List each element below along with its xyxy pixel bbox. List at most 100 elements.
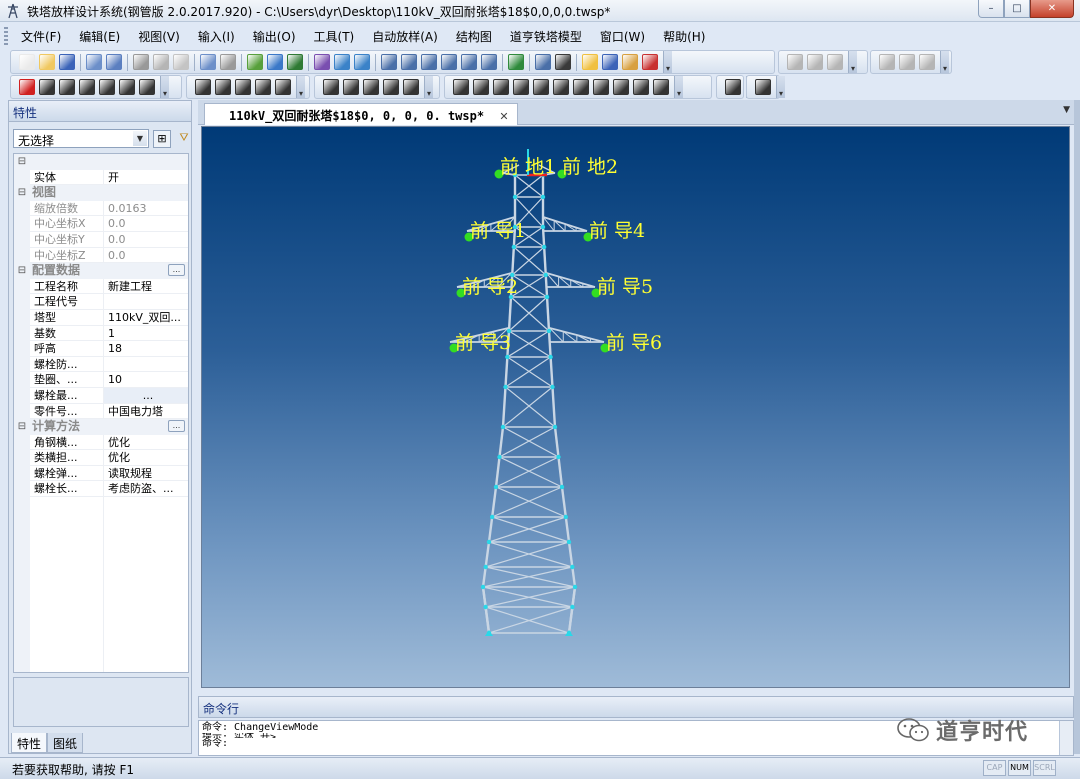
tb2b-tool-icon[interactable] xyxy=(215,79,231,95)
menu-item-10[interactable]: 帮助(H) xyxy=(654,28,714,45)
tb1-tool-icon[interactable] xyxy=(622,54,638,70)
tb1-tool-icon[interactable] xyxy=(354,54,370,70)
toolbar-options-chevron-icon[interactable]: ▾ xyxy=(296,76,305,98)
tb1-tool-icon[interactable] xyxy=(508,54,524,70)
tb1-tool-icon[interactable] xyxy=(441,54,457,70)
chevron-down-icon[interactable]: ▼ xyxy=(1063,105,1070,115)
tb2d-tool-icon[interactable] xyxy=(453,79,469,95)
toolbar-options-chevron-icon[interactable]: ▾ xyxy=(663,51,672,73)
tb1-tool-icon[interactable] xyxy=(200,54,216,70)
property-value[interactable]: 优化 xyxy=(104,450,188,466)
tb1b-tool-icon[interactable] xyxy=(827,54,843,70)
close-icon[interactable]: ✕ xyxy=(499,110,508,123)
tb2a-tool-icon[interactable] xyxy=(139,79,155,95)
tb2a-tool-icon[interactable] xyxy=(59,79,75,95)
property-value[interactable]: 优化 xyxy=(104,435,188,451)
property-row[interactable]: 螺栓防... xyxy=(14,356,188,373)
tb1-tool-icon[interactable] xyxy=(642,54,658,70)
panel-tab-0[interactable]: 特性 xyxy=(11,733,48,753)
property-value[interactable]: 10 xyxy=(104,372,188,388)
tb2d-tool-icon[interactable] xyxy=(533,79,549,95)
tb2d-tool-icon[interactable] xyxy=(513,79,529,95)
tb2d-tool-icon[interactable] xyxy=(553,79,569,95)
toolbar-options-chevron-icon[interactable]: ▾ xyxy=(160,76,169,98)
property-row[interactable]: 垫圈、... 10 xyxy=(14,372,188,388)
collapse-icon[interactable]: ⊟ xyxy=(14,419,30,435)
property-value[interactable]: 0.0163 xyxy=(104,201,188,217)
tb1-tool-icon[interactable] xyxy=(555,54,571,70)
tb1-tool-icon[interactable] xyxy=(314,54,330,70)
property-category[interactable]: ⊟ 配置数据... xyxy=(14,263,188,279)
property-value[interactable]: ... xyxy=(104,387,188,404)
property-row[interactable]: 中心坐标X 0.0 xyxy=(14,216,188,232)
menu-item-9[interactable]: 窗口(W) xyxy=(591,28,654,45)
collapse-icon[interactable]: ⊟ xyxy=(14,154,30,170)
tb1-tool-icon[interactable] xyxy=(106,54,122,70)
tb2b-tool-icon[interactable] xyxy=(255,79,271,95)
tb2a-tool-icon[interactable] xyxy=(19,79,35,95)
tb1-tool-icon[interactable] xyxy=(381,54,397,70)
toolbar-options-chevron-icon[interactable]: ▾ xyxy=(424,76,433,98)
property-value[interactable]: 110kV_双回... xyxy=(104,310,188,326)
tb1-tool-icon[interactable] xyxy=(153,54,169,70)
command-scrollbar[interactable] xyxy=(1059,721,1073,755)
tb2a-tool-icon[interactable] xyxy=(39,79,55,95)
tb1-tool-icon[interactable] xyxy=(481,54,497,70)
filter-icon[interactable]: ⛛ xyxy=(175,130,193,148)
property-row[interactable]: 工程代号 xyxy=(14,294,188,310)
property-row[interactable]: 工程名称 新建工程 xyxy=(14,278,188,295)
tb2d-tool-icon[interactable] xyxy=(493,79,509,95)
document-tab[interactable]: 110kV_双回耐张塔$18$0, 0, 0, 0. twsp* ✕ xyxy=(204,103,518,125)
property-value[interactable]: 18 xyxy=(104,341,188,357)
tb1-tool-icon[interactable] xyxy=(287,54,303,70)
tb1-tool-icon[interactable] xyxy=(133,54,149,70)
close-button[interactable]: ✕ xyxy=(1030,0,1074,18)
property-row[interactable]: 中心坐标Y 0.0 xyxy=(14,231,188,248)
property-value[interactable] xyxy=(104,294,188,310)
property-row[interactable]: 类横担... 优化 xyxy=(14,450,188,466)
tb2d-tool-icon[interactable] xyxy=(633,79,649,95)
category-ellipsis-button[interactable]: ... xyxy=(168,264,185,277)
tb1-tool-icon[interactable] xyxy=(535,54,551,70)
toolbar-options-chevron-icon[interactable]: ▾ xyxy=(940,51,949,73)
tb2f-tool-icon[interactable] xyxy=(755,79,771,95)
property-row[interactable]: 中心坐标Z 0.0 xyxy=(14,247,188,264)
property-value[interactable]: 新建工程 xyxy=(104,279,188,295)
menu-item-6[interactable]: 自动放样(A) xyxy=(363,28,447,45)
tb1-tool-icon[interactable] xyxy=(59,54,75,70)
property-value[interactable] xyxy=(104,357,188,373)
tb1b-tool-icon[interactable] xyxy=(787,54,803,70)
tb2b-tool-icon[interactable] xyxy=(275,79,291,95)
minimize-button[interactable]: – xyxy=(978,0,1004,18)
tb1-tool-icon[interactable] xyxy=(421,54,437,70)
property-category[interactable]: ⊟ 计算方法... xyxy=(14,419,188,435)
tb1-tool-icon[interactable] xyxy=(602,54,618,70)
collapse-icon[interactable]: ⊟ xyxy=(14,263,30,279)
model-viewport[interactable]: 前 地1 前 地2 前 导1 前 导2 前 导3 前 导4 前 导5 前 导6 xyxy=(201,126,1070,688)
tb1-tool-icon[interactable] xyxy=(247,54,263,70)
menu-item-8[interactable]: 道亨铁塔模型 xyxy=(501,28,591,45)
toolbar-options-chevron-icon[interactable]: ▾ xyxy=(848,51,857,73)
property-row[interactable]: 呼高 18 xyxy=(14,341,188,357)
tb1-tool-icon[interactable] xyxy=(19,54,35,70)
tb2a-tool-icon[interactable] xyxy=(119,79,135,95)
property-row[interactable]: 零件号... 中国电力塔 xyxy=(14,403,188,420)
category-ellipsis-button[interactable]: ... xyxy=(168,420,185,433)
menu-item-0[interactable]: 文件(F) xyxy=(12,28,70,45)
tb1c-tool-icon[interactable] xyxy=(879,54,895,70)
property-row[interactable]: 缩放倍数 0.0163 xyxy=(14,200,188,217)
menu-item-4[interactable]: 输出(O) xyxy=(244,28,305,45)
tb2c-tool-icon[interactable] xyxy=(383,79,399,95)
tb1-tool-icon[interactable] xyxy=(86,54,102,70)
tb2d-tool-icon[interactable] xyxy=(613,79,629,95)
tb1-tool-icon[interactable] xyxy=(461,54,477,70)
property-value[interactable]: 读取规程 xyxy=(104,466,188,482)
tb2c-tool-icon[interactable] xyxy=(323,79,339,95)
property-value[interactable]: 0.0 xyxy=(104,248,188,264)
property-category[interactable]: ⊟ 视图 xyxy=(14,185,188,201)
menu-item-5[interactable]: 工具(T) xyxy=(305,28,364,45)
menu-item-3[interactable]: 输入(I) xyxy=(189,28,244,45)
property-category[interactable]: ⊟ xyxy=(14,154,188,170)
tb2b-tool-icon[interactable] xyxy=(195,79,211,95)
maximize-button[interactable]: □ xyxy=(1004,0,1030,18)
